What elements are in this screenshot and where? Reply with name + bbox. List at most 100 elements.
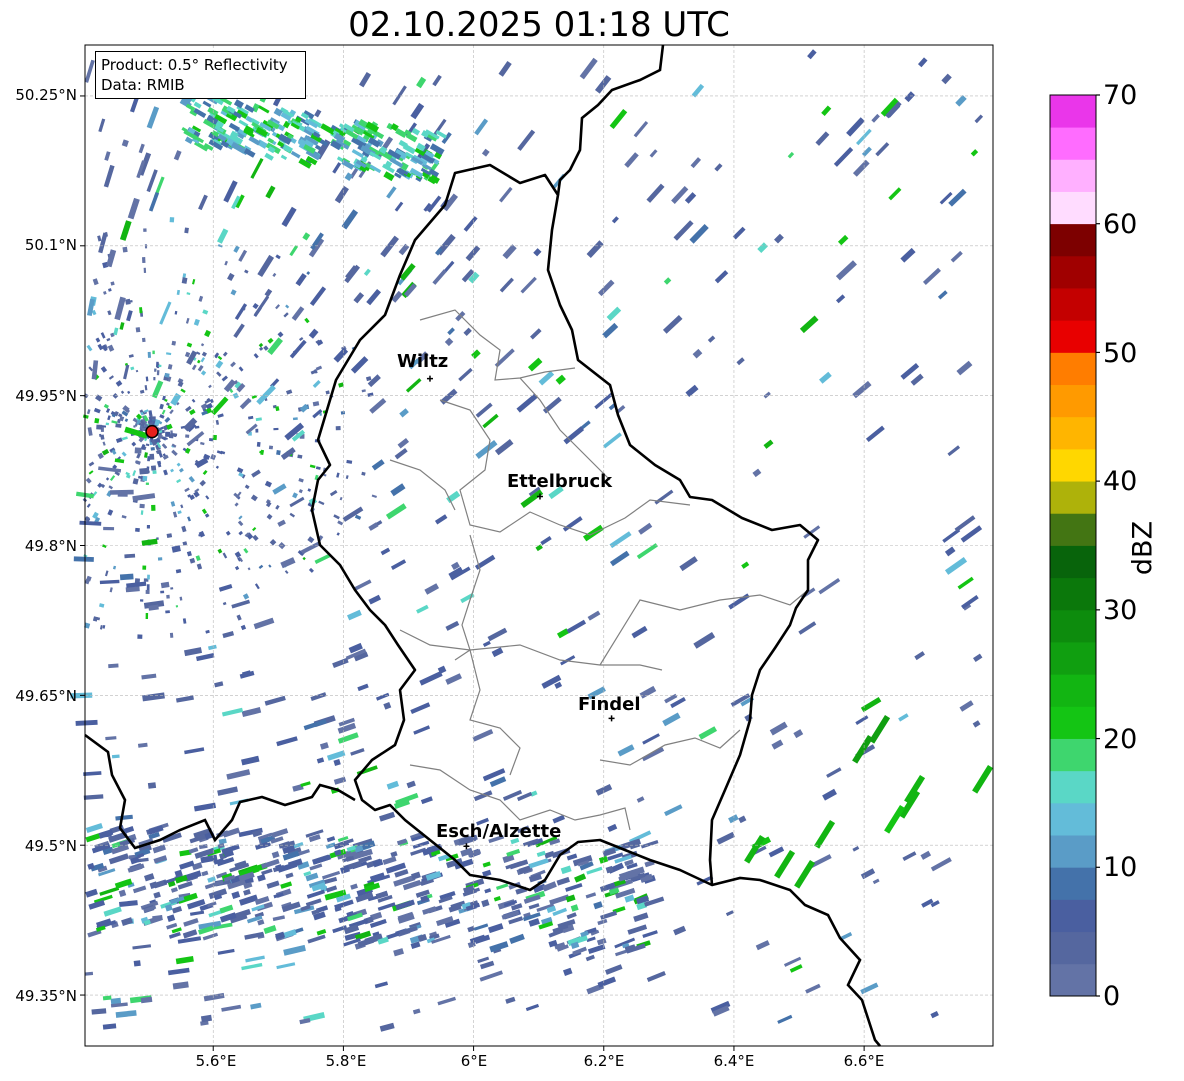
colorbar-swatch	[1050, 127, 1096, 160]
colorbar-swatch	[1050, 288, 1096, 321]
colorbar-tick-label: 10	[1103, 852, 1138, 883]
echo-pixel	[273, 427, 279, 431]
echo-pixel	[141, 337, 146, 343]
echo-streak	[110, 489, 134, 495]
lon-tick-label: 6.4°E	[713, 1052, 755, 1070]
echo-pixel	[145, 612, 149, 619]
echo-pixel	[340, 411, 346, 415]
colorbar-swatch	[1050, 513, 1096, 546]
echo-streak	[134, 447, 142, 454]
colorbar-swatch	[1050, 416, 1096, 450]
lat-tick-label: 50.1°N	[24, 236, 77, 254]
echo-pixel	[169, 632, 174, 638]
radar-site-marker	[145, 424, 159, 439]
colorbar-label: dBZ	[1127, 520, 1159, 576]
echo-pixel	[151, 504, 156, 511]
echo-pixel	[292, 417, 298, 421]
colorbar-swatch	[1050, 609, 1096, 643]
echo-pixel	[146, 584, 150, 590]
echo-streak	[73, 556, 94, 562]
echo-pixel	[139, 307, 143, 314]
lon-tick-label: 6.6°E	[843, 1052, 885, 1070]
echo-pixel	[122, 246, 128, 253]
colorbar	[1049, 94, 1100, 997]
radar-map	[70, 44, 994, 1051]
echo-pixel	[142, 475, 148, 482]
echo-pixel	[147, 456, 151, 462]
colorbar-swatch	[1050, 963, 1096, 997]
lon-tick-label: 5.8°E	[325, 1052, 367, 1070]
echo-pixel	[185, 434, 190, 438]
colorbar-swatch	[1050, 899, 1096, 933]
echo-pixel	[143, 267, 147, 273]
echo-pixel	[115, 423, 122, 428]
echo-pixel	[135, 327, 141, 333]
colorbar-swatch	[1050, 642, 1096, 675]
echo-pixel	[139, 503, 145, 509]
echo-pixel	[335, 426, 341, 431]
colorbar-swatch	[1050, 931, 1096, 965]
echo-pixel	[268, 445, 274, 450]
colorbar-swatch	[1050, 223, 1096, 257]
echo-pixel	[150, 447, 155, 451]
echo-pixel	[276, 450, 281, 456]
colorbar-tick-label: 30	[1103, 595, 1138, 626]
echo-pixel	[145, 482, 149, 485]
echo-pixel	[150, 465, 157, 471]
colorbar-swatch	[1050, 674, 1096, 707]
echo-pixel	[156, 370, 160, 376]
echo-pixel	[157, 557, 163, 561]
echo-pixel	[139, 599, 144, 602]
echo-pixel	[146, 524, 150, 529]
echo-pixel	[166, 533, 173, 538]
colorbar-swatch	[1050, 255, 1096, 289]
lat-tick-label: 49.65°N	[15, 687, 77, 705]
lat-tick-label: 49.35°N	[15, 987, 77, 1005]
colorbar-swatch	[1050, 738, 1096, 772]
product-label: Product: 0.5° Reflectivity	[101, 56, 288, 74]
echo-pixel	[255, 428, 259, 433]
echo-pixel	[166, 594, 170, 599]
city-label-esch-alzette: Esch/Alzette	[436, 821, 562, 842]
colorbar-swatch	[1050, 802, 1096, 836]
echo-pixel	[171, 433, 178, 437]
echo-pixel	[94, 418, 100, 424]
echo-pixel	[105, 422, 110, 426]
colorbar-tick-label: 60	[1103, 209, 1138, 240]
colorbar-tick-label: 50	[1103, 338, 1138, 369]
echo-streak	[103, 526, 115, 531]
colorbar-swatch	[1050, 352, 1096, 386]
echo-pixel	[169, 217, 175, 223]
colorbar-swatch	[1050, 706, 1096, 739]
echo-pixel	[160, 590, 165, 594]
echo-streak	[119, 573, 134, 581]
echo-pixel	[256, 441, 261, 447]
echo-pixel	[140, 510, 144, 515]
echo-pixel	[184, 227, 189, 234]
colorbar-tick-label: 70	[1103, 80, 1138, 111]
echo-streak	[139, 467, 149, 475]
echo-pixel	[165, 431, 171, 437]
echo-pixel	[156, 361, 159, 368]
colorbar-swatch	[1050, 95, 1096, 128]
colorbar-swatch	[1050, 867, 1096, 900]
product-info-box: Product: 0.5° Reflectivity Data: RMIB	[95, 51, 306, 99]
echo-pixel	[141, 427, 146, 432]
echo-streak	[111, 754, 120, 759]
colorbar-tick-label: 0	[1103, 981, 1121, 1012]
colorbar-swatch	[1050, 191, 1096, 225]
echo-pixel	[137, 634, 143, 639]
echo-pixel	[154, 368, 157, 372]
echo-pixel	[125, 298, 131, 305]
echo-pixel	[208, 438, 214, 442]
echo-pixel	[145, 589, 150, 594]
echo-pixel	[165, 610, 170, 614]
echo-streak	[108, 663, 119, 669]
colorbar-swatch	[1050, 159, 1096, 192]
echo-pixel	[96, 424, 103, 430]
colorbar-swatch	[1050, 835, 1096, 868]
lat-tick-label: 50.25°N	[15, 86, 77, 104]
echo-pixel	[135, 527, 140, 532]
city-label-wiltz: Wiltz	[397, 351, 449, 372]
echo-pixel	[175, 605, 179, 608]
